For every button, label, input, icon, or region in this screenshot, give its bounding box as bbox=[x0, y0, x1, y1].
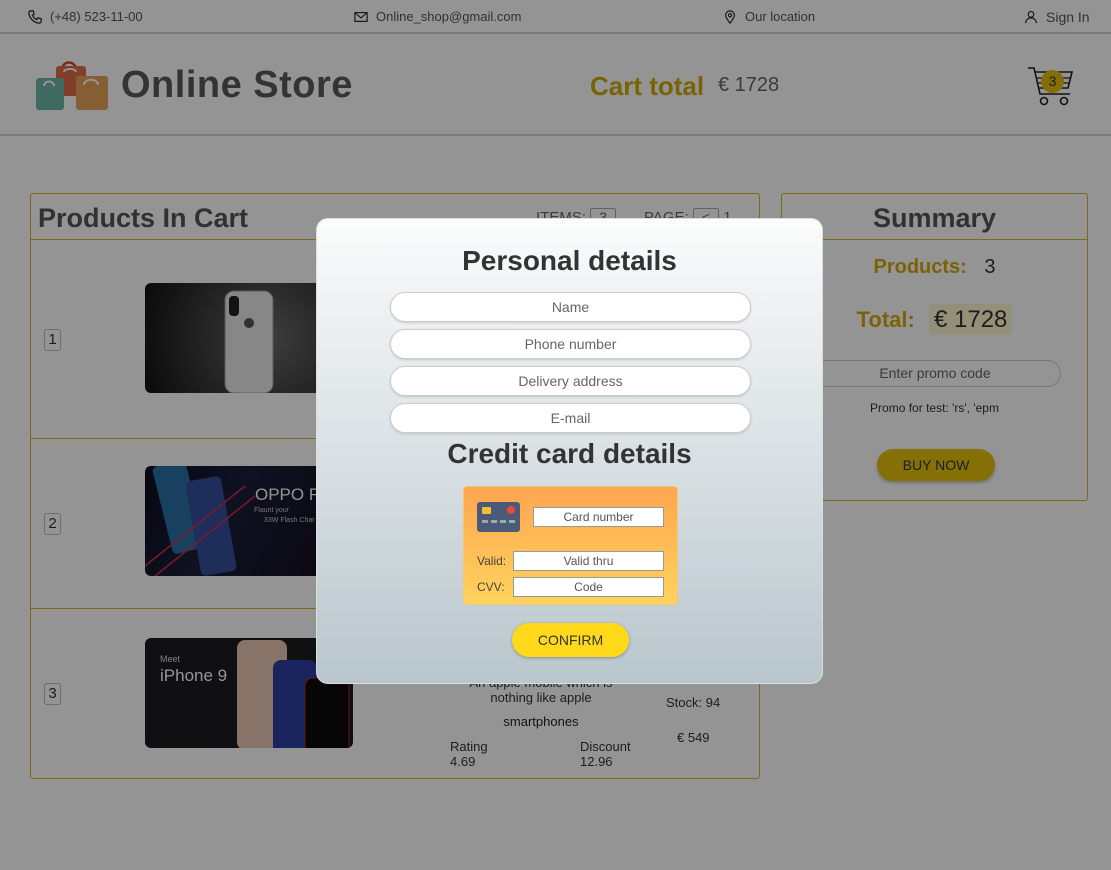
valid-thru-input[interactable]: Valid thru bbox=[513, 551, 664, 571]
personal-details-title: Personal details bbox=[462, 245, 677, 276]
phone-input[interactable]: Phone number bbox=[390, 329, 751, 359]
checkout-modal: Personal details Name Phone number Deliv… bbox=[316, 218, 823, 684]
confirm-button[interactable]: CONFIRM bbox=[512, 623, 629, 657]
delivery-address-input[interactable]: Delivery address bbox=[390, 366, 751, 396]
cvv-input[interactable]: Code bbox=[513, 577, 664, 597]
credit-card-form: Card number Valid: Valid thru CVV: Code bbox=[463, 486, 678, 605]
email-input[interactable]: E-mail bbox=[390, 403, 751, 433]
credit-card-title: Credit card details bbox=[447, 438, 692, 469]
name-input[interactable]: Name bbox=[390, 292, 751, 322]
credit-card-icon bbox=[477, 502, 520, 532]
valid-label: Valid: bbox=[477, 554, 507, 568]
cvv-label: CVV: bbox=[477, 580, 505, 594]
card-number-input[interactable]: Card number bbox=[533, 507, 664, 527]
